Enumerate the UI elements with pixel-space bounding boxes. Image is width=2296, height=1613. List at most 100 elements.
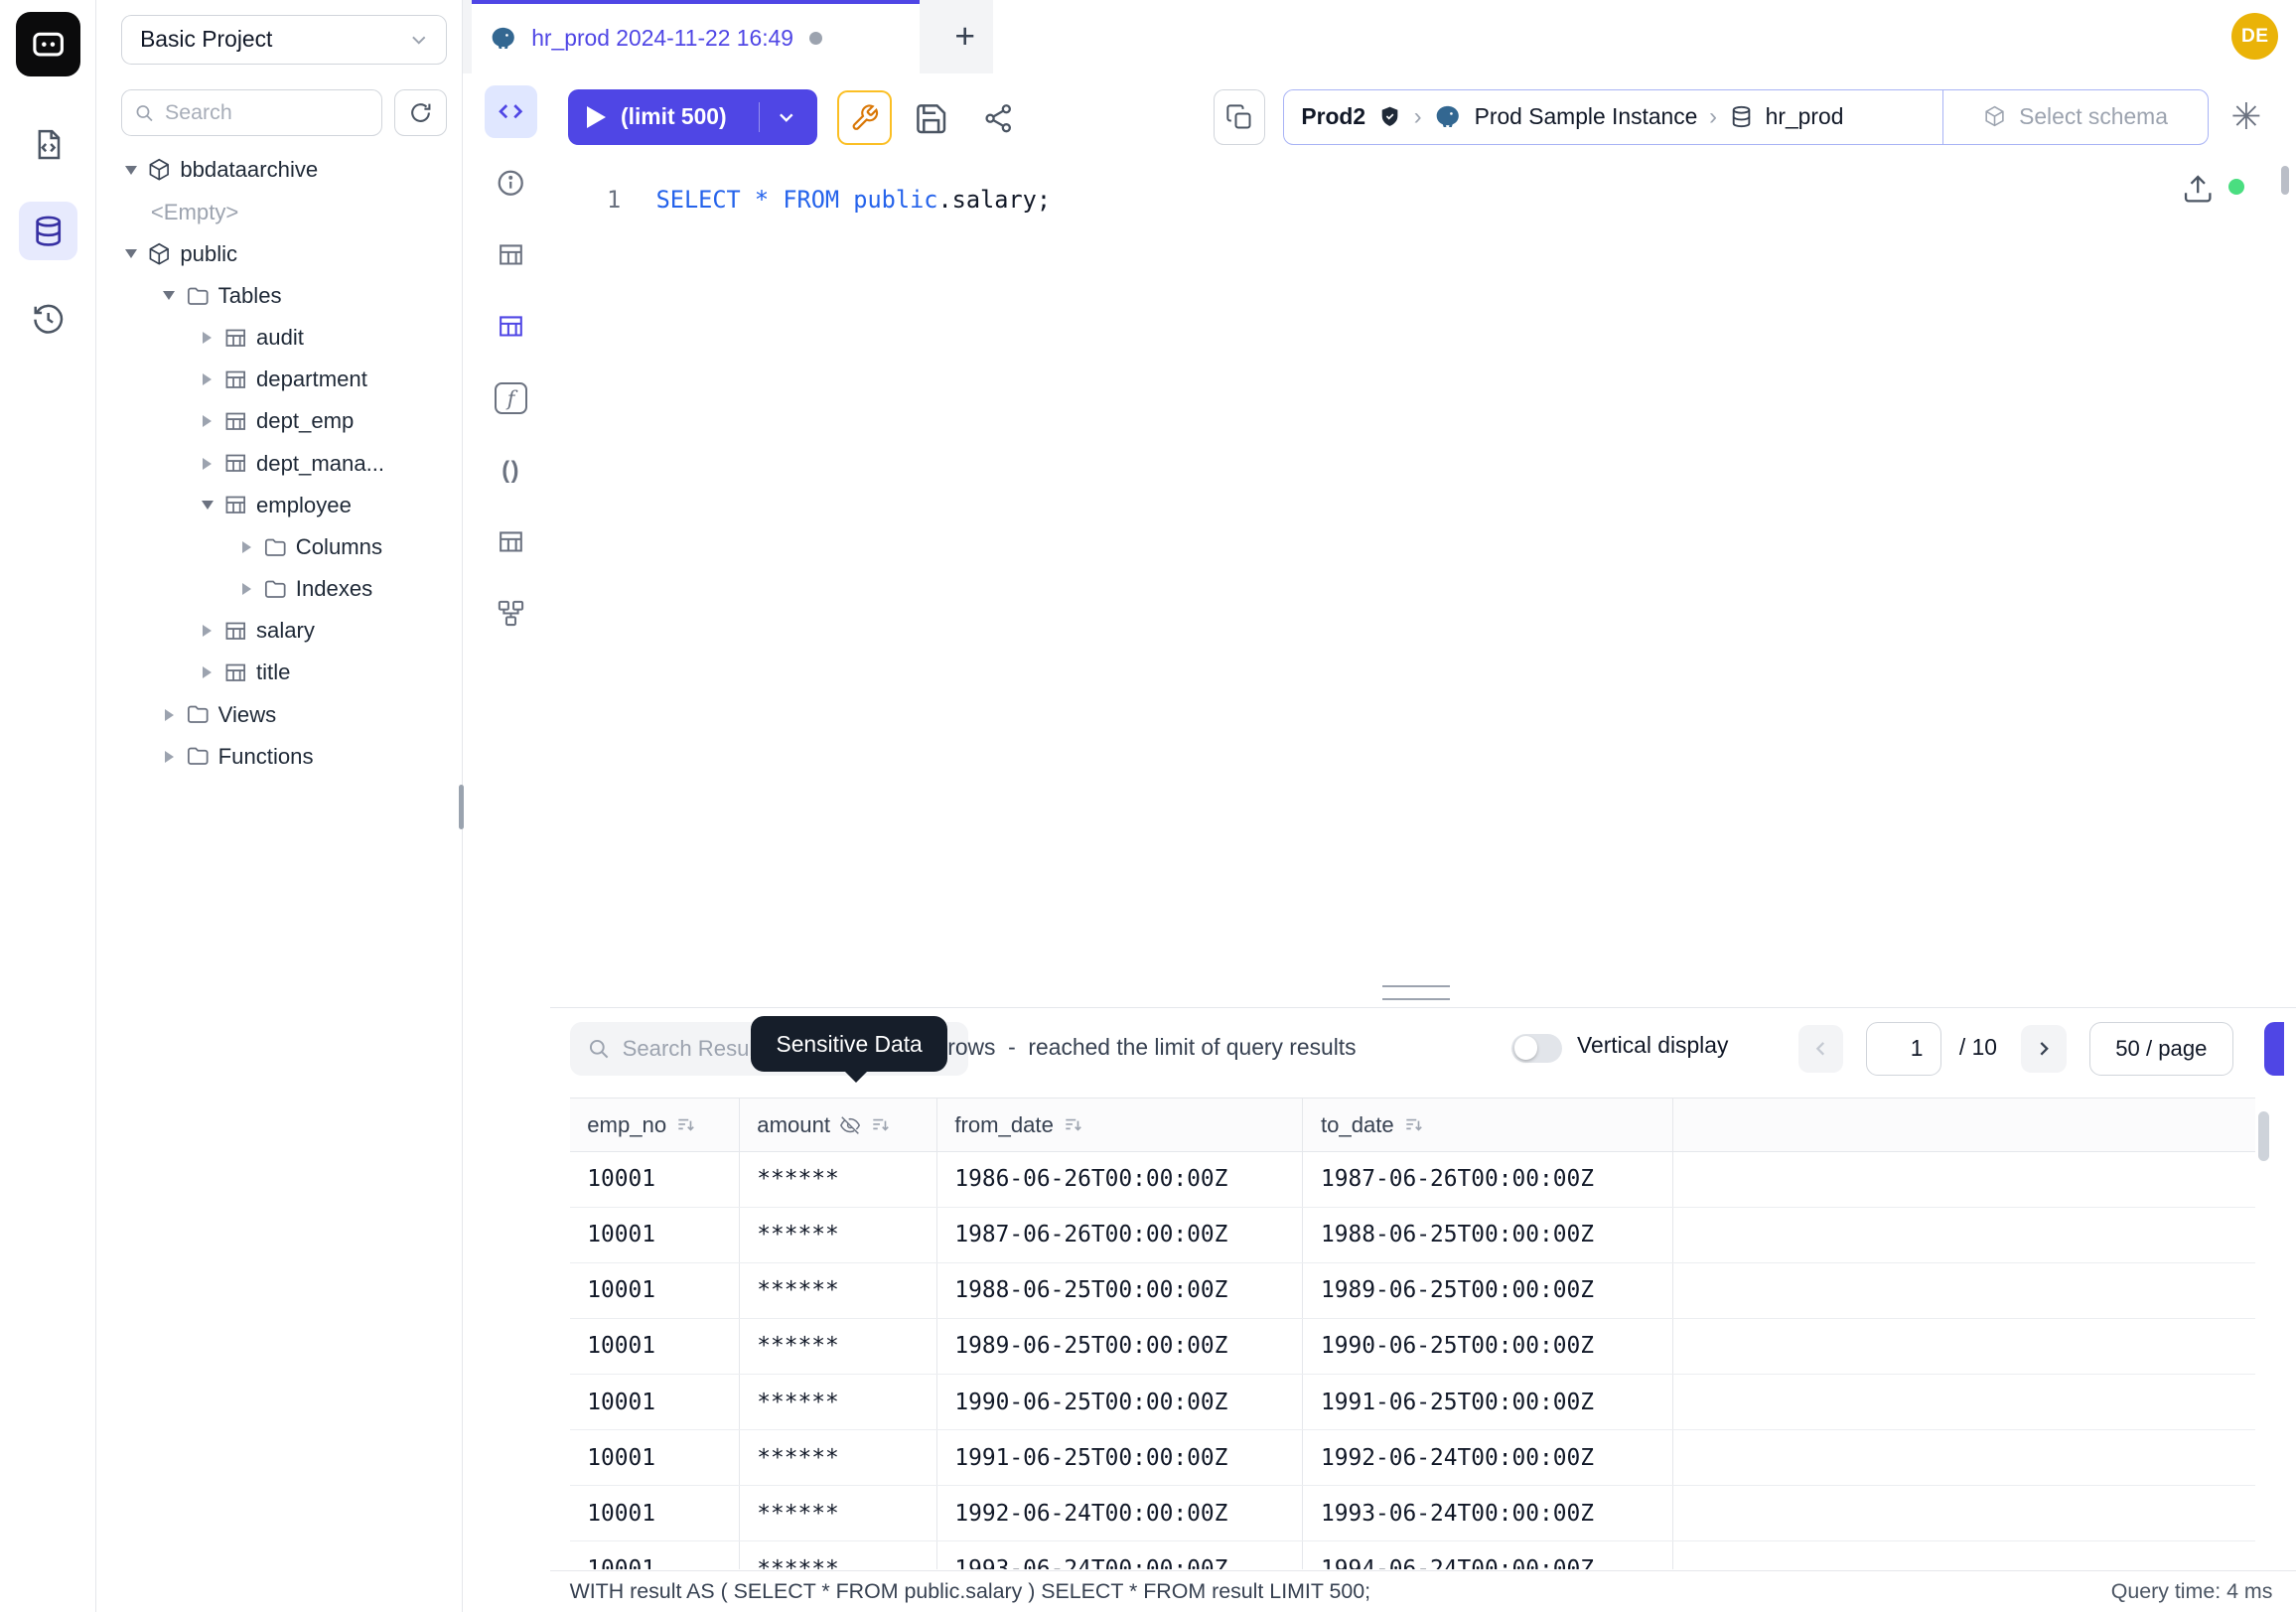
tree-item-public[interactable]: public [96, 233, 462, 275]
cell-to-date[interactable]: 1993-06-24T00:00:00Z [1303, 1486, 1673, 1540]
vertical-display-toggle[interactable] [1511, 1034, 1563, 1063]
functions-panel-icon[interactable]: f [485, 371, 537, 424]
project-select[interactable]: Basic Project [121, 15, 446, 65]
caret-right-icon[interactable] [203, 458, 212, 470]
cell-amount-masked[interactable]: ****** [740, 1319, 937, 1374]
sql-editor-nav-icon[interactable] [19, 115, 77, 174]
sql-code-line[interactable]: SELECT * FROM public.salary; [656, 186, 1051, 214]
caret-right-icon[interactable] [203, 625, 212, 637]
cell-amount-masked[interactable]: ****** [740, 1486, 937, 1540]
cell-from-date[interactable]: 1993-06-24T00:00:00Z [937, 1541, 1304, 1569]
cell-amount-masked[interactable]: ****** [740, 1541, 937, 1569]
cell-emp-no[interactable]: 10001 [570, 1208, 740, 1262]
tree-item-employee[interactable]: employee [96, 485, 462, 526]
caret-right-icon[interactable] [242, 541, 251, 553]
caret-right-icon[interactable] [165, 751, 174, 763]
external-tables-panel-icon[interactable] [485, 515, 537, 568]
tree-item-bbdataarchive[interactable]: bbdataarchive [96, 149, 462, 191]
cell-emp-no[interactable]: 10001 [570, 1430, 740, 1485]
column-header-to-date[interactable]: to_date [1303, 1099, 1673, 1151]
page-size-select[interactable]: 50 / page [2089, 1022, 2233, 1077]
share-button[interactable] [979, 99, 1017, 137]
cell-from-date[interactable]: 1990-06-25T00:00:00Z [937, 1375, 1304, 1429]
info-icon[interactable] [485, 157, 537, 210]
cell-to-date[interactable]: 1988-06-25T00:00:00Z [1303, 1208, 1673, 1262]
page-number-input[interactable] [1866, 1022, 1942, 1077]
history-nav-icon[interactable] [19, 290, 77, 349]
cell-amount-masked[interactable]: ****** [740, 1208, 937, 1262]
tree-item-indexes[interactable]: Indexes [96, 568, 462, 610]
search-input[interactable] [165, 100, 369, 125]
cell-to-date[interactable]: 1989-06-25T00:00:00Z [1303, 1263, 1673, 1318]
caret-down-icon[interactable] [163, 291, 175, 300]
tree-item-title[interactable]: title [96, 652, 462, 693]
cell-emp-no[interactable]: 10001 [570, 1541, 740, 1569]
tree-item-audit[interactable]: audit [96, 317, 462, 359]
caret-right-icon[interactable] [165, 709, 174, 721]
run-query-button[interactable]: (limit 500) [568, 89, 817, 145]
tree-item-dept-manager[interactable]: dept_mana... [96, 442, 462, 484]
tree-item-salary[interactable]: salary [96, 610, 462, 652]
sidebar-resize-handle[interactable] [459, 785, 465, 828]
ai-assistant-button[interactable]: ✳ [2223, 93, 2269, 140]
tree-item-functions[interactable]: Functions [96, 736, 462, 778]
sort-icon[interactable] [1403, 1114, 1425, 1136]
database-nav-icon[interactable] [19, 202, 77, 260]
eye-off-icon[interactable] [839, 1114, 861, 1136]
prev-page-button[interactable] [1798, 1025, 1844, 1074]
caret-down-icon[interactable] [125, 249, 137, 258]
cell-to-date[interactable]: 1990-06-25T00:00:00Z [1303, 1319, 1673, 1374]
tree-item-tables[interactable]: Tables [96, 275, 462, 317]
cell-to-date[interactable]: 1992-06-24T00:00:00Z [1303, 1430, 1673, 1485]
worksheet-tab[interactable]: hr_prod 2024-11-22 16:49 [472, 0, 920, 73]
cell-amount-masked[interactable]: ****** [740, 1375, 937, 1429]
results-scrollbar[interactable] [2258, 1111, 2270, 1161]
export-button-partial[interactable] [2264, 1022, 2285, 1077]
cell-to-date[interactable]: 1994-06-24T00:00:00Z [1303, 1541, 1673, 1569]
new-tab-button[interactable]: + [940, 12, 990, 62]
procedures-panel-icon[interactable]: () [485, 444, 537, 497]
cell-from-date[interactable]: 1992-06-24T00:00:00Z [937, 1486, 1304, 1540]
cell-from-date[interactable]: 1987-06-26T00:00:00Z [937, 1208, 1304, 1262]
bytebase-logo[interactable] [16, 12, 80, 76]
worksheet-panel-icon[interactable] [485, 85, 537, 138]
panel-splitter[interactable] [1382, 985, 1450, 1000]
sql-editor[interactable]: 1 SELECT * FROM public.salary; [550, 161, 2296, 984]
chevron-down-icon[interactable] [775, 105, 798, 129]
cell-from-date[interactable]: 1986-06-26T00:00:00Z [937, 1152, 1304, 1207]
duplicate-connection-button[interactable] [1214, 89, 1265, 145]
cell-from-date[interactable]: 1991-06-25T00:00:00Z [937, 1430, 1304, 1485]
cell-to-date[interactable]: 1991-06-25T00:00:00Z [1303, 1375, 1673, 1429]
cell-amount-masked[interactable]: ****** [740, 1430, 937, 1485]
cell-emp-no[interactable]: 10001 [570, 1375, 740, 1429]
caret-down-icon[interactable] [125, 166, 137, 175]
sort-icon[interactable] [1063, 1114, 1084, 1136]
tree-item-columns[interactable]: Columns [96, 526, 462, 568]
format-sql-button[interactable] [837, 90, 892, 145]
editor-scrollbar[interactable] [2281, 166, 2288, 195]
cell-emp-no[interactable]: 10001 [570, 1263, 740, 1318]
upload-sheet-button[interactable] [2179, 170, 2217, 208]
cell-amount-masked[interactable]: ****** [740, 1152, 937, 1207]
cell-to-date[interactable]: 1987-06-26T00:00:00Z [1303, 1152, 1673, 1207]
refresh-button[interactable] [394, 89, 447, 136]
sort-icon[interactable] [870, 1114, 892, 1136]
next-page-button[interactable] [2021, 1025, 2067, 1074]
sort-icon[interactable] [675, 1114, 697, 1136]
select-schema-button[interactable]: Select schema [1942, 90, 2208, 144]
caret-right-icon[interactable] [203, 415, 212, 427]
cell-from-date[interactable]: 1989-06-25T00:00:00Z [937, 1319, 1304, 1374]
avatar[interactable]: DE [2231, 13, 2278, 60]
cell-from-date[interactable]: 1988-06-25T00:00:00Z [937, 1263, 1304, 1318]
save-button[interactable] [911, 98, 951, 139]
caret-down-icon[interactable] [202, 501, 214, 510]
tables-panel-icon[interactable] [485, 228, 537, 281]
schema-diagram-panel-icon[interactable] [485, 587, 537, 640]
tree-item-dept-emp[interactable]: dept_emp [96, 400, 462, 442]
cell-emp-no[interactable]: 10001 [570, 1486, 740, 1540]
cell-amount-masked[interactable]: ****** [740, 1263, 937, 1318]
column-header-from-date[interactable]: from_date [937, 1099, 1304, 1151]
caret-right-icon[interactable] [242, 583, 251, 595]
caret-right-icon[interactable] [203, 332, 212, 344]
column-header-emp-no[interactable]: emp_no [570, 1099, 740, 1151]
